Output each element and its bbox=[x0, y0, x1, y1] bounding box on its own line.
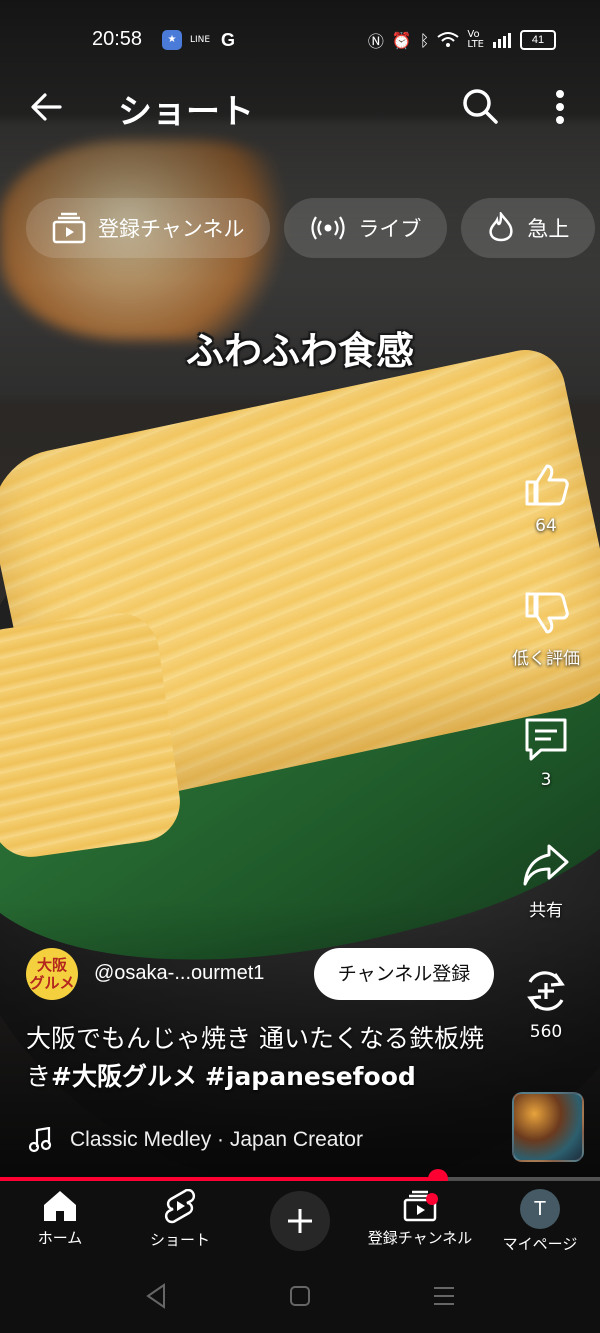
volte-icon: Vo LTE bbox=[467, 29, 484, 50]
remix-button[interactable]: 560 bbox=[500, 966, 592, 1042]
thumbs-up-icon bbox=[525, 464, 569, 506]
remix-icon bbox=[527, 971, 565, 1011]
app-notification-icon: ★ bbox=[162, 30, 182, 50]
bottom-navigation: ホーム ショート 登録チャンネル T マイページ bbox=[0, 1181, 600, 1261]
remix-count: 560 bbox=[529, 1022, 563, 1042]
alarm-icon: ⏰ bbox=[391, 30, 412, 50]
signal-icon bbox=[493, 33, 511, 48]
system-home-icon[interactable] bbox=[280, 1281, 320, 1311]
live-icon bbox=[311, 216, 345, 240]
nfc-icon: Ⓝ bbox=[367, 32, 384, 51]
plus-icon bbox=[288, 1209, 312, 1233]
video-caption: ふわふわ食感 bbox=[185, 328, 414, 373]
sound-thumbnail[interactable] bbox=[512, 1092, 584, 1162]
shorts-screen: 20:58 ★ LINE G Ⓝ ⏰ ᛒ Vo LTE 41 ショート 登録チャン… bbox=[0, 0, 600, 1333]
dislike-label: 低く評価 bbox=[512, 649, 580, 669]
nav-label: 登録チャンネル bbox=[367, 1229, 473, 1247]
like-button[interactable]: 64 bbox=[500, 460, 592, 536]
chip-label: 登録チャンネル bbox=[98, 217, 245, 241]
like-count: 64 bbox=[535, 516, 557, 536]
system-recents-icon[interactable] bbox=[424, 1281, 464, 1311]
hashtag[interactable]: #大阪グルメ bbox=[51, 1062, 197, 1091]
channel-row: 大阪 グルメ @osaka-...ourmet1 チャンネル登録 bbox=[26, 946, 496, 1002]
page-title: ショート bbox=[118, 92, 254, 132]
nav-label: ショート bbox=[149, 1231, 210, 1249]
google-icon: G bbox=[220, 30, 235, 50]
share-icon bbox=[523, 844, 569, 886]
app-header: ショート bbox=[0, 78, 600, 136]
home-icon bbox=[44, 1191, 76, 1221]
user-avatar: T bbox=[520, 1189, 560, 1229]
comments-button[interactable]: 3 bbox=[500, 714, 592, 790]
more-options-icon[interactable] bbox=[546, 86, 574, 128]
status-icons: Ⓝ ⏰ ᛒ Vo LTE 41 bbox=[368, 28, 556, 52]
wifi-icon bbox=[437, 32, 459, 47]
chip-subscriptions[interactable]: 登録チャンネル bbox=[26, 198, 271, 258]
share-button[interactable]: 共有 bbox=[500, 840, 592, 921]
system-back-icon[interactable] bbox=[136, 1281, 176, 1311]
channel-handle[interactable]: @osaka-...ourmet1 bbox=[94, 962, 264, 985]
system-navigation-bar bbox=[0, 1261, 600, 1333]
bluetooth-icon: ᛒ bbox=[419, 30, 430, 50]
new-content-badge bbox=[426, 1193, 438, 1205]
chip-label: 急上 bbox=[527, 217, 570, 241]
nav-subscriptions[interactable]: 登録チャンネル bbox=[360, 1189, 480, 1248]
line-icon: LINE bbox=[190, 35, 211, 45]
chip-label: ライブ bbox=[358, 217, 422, 241]
comment-count: 3 bbox=[540, 770, 552, 790]
video-frame-omelet-slice bbox=[0, 607, 186, 863]
trending-icon bbox=[489, 212, 514, 242]
music-note-icon bbox=[28, 1127, 52, 1153]
chip-live[interactable]: ライブ bbox=[284, 198, 448, 258]
nav-home[interactable]: ホーム bbox=[0, 1189, 120, 1248]
nav-label: ホーム bbox=[37, 1229, 83, 1247]
music-row[interactable]: Classic Medley · Japan Creator bbox=[28, 1122, 363, 1158]
back-button[interactable] bbox=[26, 86, 68, 128]
status-bar: 20:58 ★ LINE G Ⓝ ⏰ ᛒ Vo LTE 41 bbox=[0, 22, 600, 58]
chip-trending[interactable]: 急上 bbox=[461, 198, 596, 258]
search-icon[interactable] bbox=[460, 86, 500, 126]
filter-chips: 登録チャンネル ライブ 急上 bbox=[26, 198, 596, 260]
video-description[interactable]: 大阪でもんじゃ焼き 通いたくなる鉄板焼き#大阪グルメ #japanesefood bbox=[26, 1020, 506, 1096]
thumbs-down-icon bbox=[525, 592, 569, 634]
subscriptions-icon bbox=[52, 212, 86, 244]
share-label: 共有 bbox=[529, 901, 563, 921]
channel-avatar[interactable]: 大阪 グルメ bbox=[26, 948, 78, 1000]
create-button[interactable] bbox=[270, 1191, 330, 1251]
subscribe-button[interactable]: チャンネル登録 bbox=[314, 948, 494, 1000]
shorts-icon bbox=[164, 1189, 196, 1224]
nav-shorts[interactable]: ショート bbox=[120, 1189, 240, 1250]
music-title: Classic Medley · Japan Creator bbox=[70, 1128, 363, 1151]
dislike-button[interactable]: 低く評価 bbox=[500, 588, 592, 669]
status-time: 20:58 bbox=[92, 28, 143, 50]
nav-you[interactable]: T マイページ bbox=[480, 1189, 600, 1254]
hashtag[interactable]: #japanesefood bbox=[205, 1062, 416, 1091]
comment-icon bbox=[525, 718, 567, 761]
nav-label: マイページ bbox=[502, 1235, 578, 1253]
battery-icon: 41 bbox=[520, 30, 556, 50]
